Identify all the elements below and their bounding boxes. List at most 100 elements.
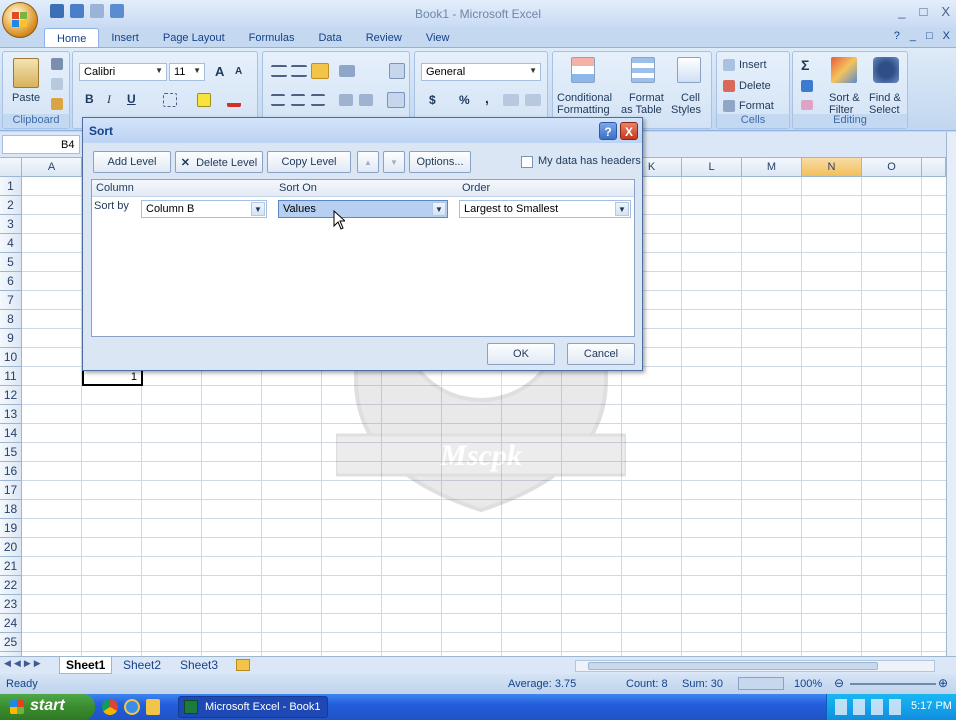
office-button[interactable] <box>2 2 38 38</box>
column-header-l[interactable]: L <box>682 158 742 177</box>
select-all-corner[interactable] <box>0 158 22 177</box>
row-header-17[interactable]: 17 <box>0 481 22 500</box>
column-header-n[interactable]: N <box>802 158 862 177</box>
tab-insert[interactable]: Insert <box>99 28 151 48</box>
delete-cells-button[interactable]: Delete <box>739 80 771 92</box>
increase-indent-icon[interactable] <box>359 94 373 106</box>
ie-icon[interactable] <box>124 699 140 715</box>
doc-minimize-button[interactable]: _ <box>910 30 916 42</box>
column-header-m[interactable]: M <box>742 158 802 177</box>
tab-data[interactable]: Data <box>306 28 353 48</box>
column-header-a[interactable]: A <box>22 158 82 177</box>
dialog-help-button[interactable]: ? <box>599 122 617 140</box>
minimize-button[interactable]: _ <box>898 4 905 19</box>
options-button[interactable]: Options... <box>409 151 471 173</box>
comma-button[interactable]: , <box>485 90 489 106</box>
tab-page-layout[interactable]: Page Layout <box>151 28 237 48</box>
row-header-22[interactable]: 22 <box>0 576 22 595</box>
align-left-icon[interactable] <box>271 94 285 106</box>
sheet-tab-sheet2[interactable]: Sheet2 <box>117 657 167 674</box>
sort-column-select[interactable]: Column B ▼ <box>141 200 267 218</box>
copy-icon[interactable] <box>51 78 63 90</box>
copy-level-button[interactable]: Copy Level <box>267 151 351 173</box>
cell-styles-button[interactable]: Cell <box>681 92 700 104</box>
add-level-button[interactable]: Add Level <box>93 151 171 173</box>
folder-icon[interactable] <box>146 699 160 715</box>
autosum-icon[interactable]: Σ <box>801 57 809 73</box>
row-header-4[interactable]: 4 <box>0 234 22 253</box>
row-header-20[interactable]: 20 <box>0 538 22 557</box>
increase-decimal-icon[interactable] <box>503 94 519 106</box>
delete-level-button[interactable]: ✕ Delete Level <box>175 151 263 173</box>
font-name-combo[interactable]: Calibri ▼ <box>79 63 167 81</box>
shrink-font-button[interactable]: A <box>235 66 242 77</box>
insert-sheet-icon[interactable] <box>236 659 250 671</box>
find-select-icon[interactable] <box>873 57 899 83</box>
row-header-8[interactable]: 8 <box>0 310 22 329</box>
name-box[interactable]: B4 <box>2 135 80 154</box>
align-right-icon[interactable] <box>311 94 325 106</box>
zoom-slider[interactable] <box>850 683 936 685</box>
sort-on-select[interactable]: Values ▼ <box>278 200 448 218</box>
row-header-6[interactable]: 6 <box>0 272 22 291</box>
font-size-combo[interactable]: 11 ▼ <box>169 63 205 81</box>
tab-home[interactable]: Home <box>44 28 100 48</box>
fill-icon[interactable] <box>801 80 813 92</box>
row-header-21[interactable]: 21 <box>0 557 22 576</box>
clear-icon[interactable] <box>801 100 813 110</box>
zoom-out-icon[interactable]: ⊖ <box>834 676 844 690</box>
fill-color-icon[interactable] <box>197 93 211 107</box>
vertical-scrollbar[interactable] <box>946 132 956 656</box>
zoom-level[interactable]: 100% <box>794 678 822 690</box>
row-header-23[interactable]: 23 <box>0 595 22 614</box>
row-header-1[interactable]: 1 <box>0 177 22 196</box>
align-center-icon[interactable] <box>291 94 305 106</box>
move-up-button[interactable]: ▲ <box>357 151 379 173</box>
number-format-combo[interactable]: General ▼ <box>421 63 541 81</box>
format-table-icon[interactable] <box>631 57 655 83</box>
taskbar-excel-button[interactable]: Microsoft Excel - Book1 <box>178 696 328 718</box>
cancel-button[interactable]: Cancel <box>567 343 635 365</box>
row-header-2[interactable]: 2 <box>0 196 22 215</box>
percent-button[interactable]: % <box>459 93 470 107</box>
chrome-icon[interactable] <box>102 699 118 715</box>
find-select-button[interactable]: Find & <box>869 92 901 104</box>
align-middle-icon[interactable] <box>291 65 307 77</box>
column-header-p[interactable] <box>922 158 946 177</box>
format-painter-icon[interactable] <box>51 98 63 110</box>
bold-button[interactable]: B <box>85 92 94 106</box>
row-header-18[interactable]: 18 <box>0 500 22 519</box>
row-header-25[interactable]: 25 <box>0 633 22 652</box>
row-header-3[interactable]: 3 <box>0 215 22 234</box>
paste-icon[interactable] <box>13 58 39 88</box>
row-header-7[interactable]: 7 <box>0 291 22 310</box>
dialog-close-button[interactable]: X <box>620 122 638 140</box>
doc-restore-button[interactable]: □ <box>926 30 933 42</box>
wrap-text-icon[interactable] <box>389 63 405 79</box>
row-header-12[interactable]: 12 <box>0 386 22 405</box>
paste-button[interactable]: Paste <box>12 92 40 104</box>
ok-button[interactable]: OK <box>487 343 555 365</box>
move-down-button[interactable]: ▼ <box>383 151 405 173</box>
row-header-14[interactable]: 14 <box>0 424 22 443</box>
row-header-9[interactable]: 9 <box>0 329 22 348</box>
tab-view[interactable]: View <box>414 28 462 48</box>
align-bottom-icon[interactable] <box>311 63 329 79</box>
row-header-15[interactable]: 15 <box>0 443 22 462</box>
format-table-button[interactable]: Format <box>629 92 664 104</box>
orientation-icon[interactable] <box>339 65 355 77</box>
row-header-10[interactable]: 10 <box>0 348 22 367</box>
row-header-5[interactable]: 5 <box>0 253 22 272</box>
row-header-19[interactable]: 19 <box>0 519 22 538</box>
sheet-tab-sheet3[interactable]: Sheet3 <box>174 657 224 674</box>
font-color-icon[interactable] <box>227 93 241 107</box>
merge-center-icon[interactable] <box>387 92 405 108</box>
maximize-button[interactable]: □ <box>919 4 927 19</box>
decrease-indent-icon[interactable] <box>339 94 353 106</box>
underline-button[interactable]: U <box>127 92 136 106</box>
view-buttons-icon[interactable] <box>738 677 784 690</box>
italic-button[interactable]: I <box>107 92 111 107</box>
sheet-nav-arrows-icon[interactable]: ◀◀▶▶ <box>4 658 44 669</box>
cut-icon[interactable] <box>51 58 63 70</box>
column-header-o[interactable]: O <box>862 158 922 177</box>
